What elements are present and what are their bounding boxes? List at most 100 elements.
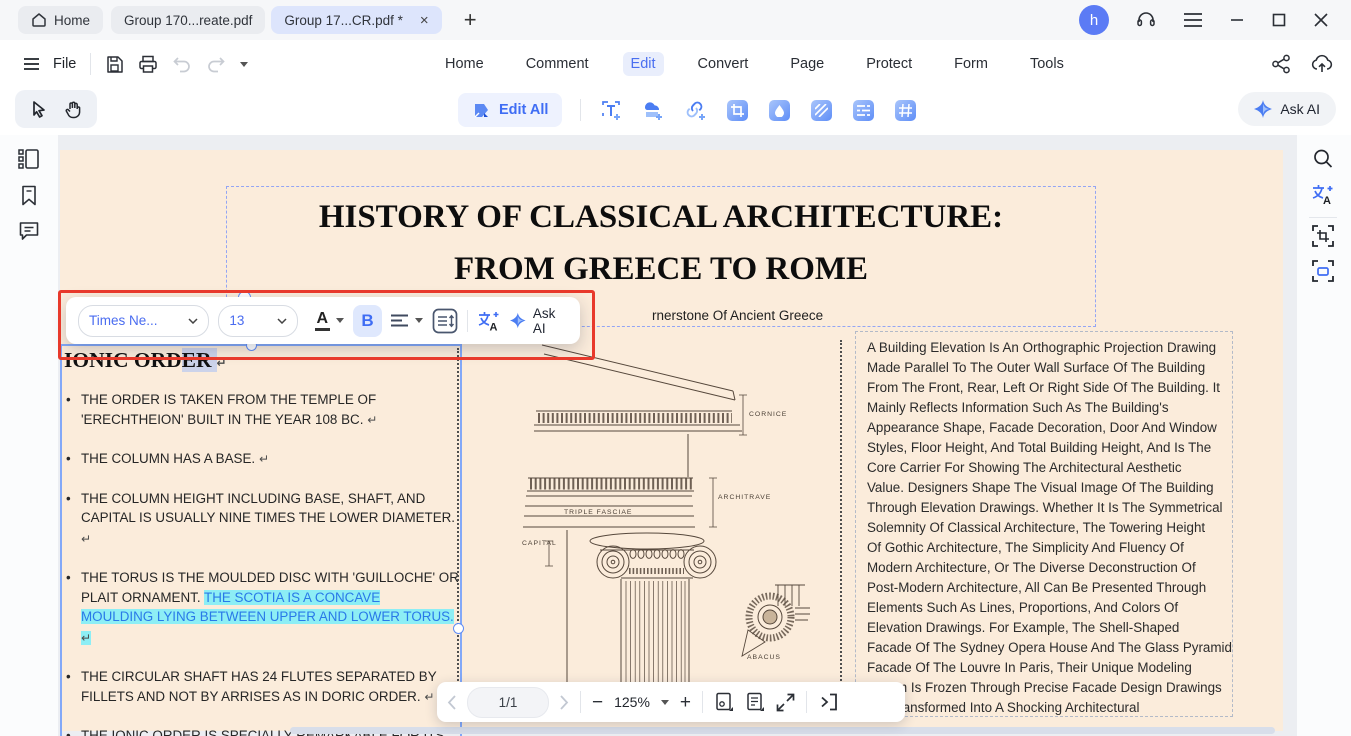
menu-convert[interactable]: Convert bbox=[690, 52, 757, 76]
format-ask-ai-button[interactable]: Ask AI bbox=[510, 306, 568, 336]
maximize-icon[interactable] bbox=[1271, 12, 1287, 28]
divider bbox=[580, 99, 581, 121]
menu-page[interactable]: Page bbox=[782, 52, 832, 76]
ask-ai-label: Ask AI bbox=[1280, 101, 1320, 117]
menu-protect[interactable]: Protect bbox=[858, 52, 920, 76]
bold-button-active[interactable]: B bbox=[353, 305, 383, 337]
user-avatar[interactable]: h bbox=[1079, 5, 1109, 35]
tab-document-1[interactable]: Group 170...reate.pdf bbox=[111, 6, 265, 34]
bates-numbering-button[interactable] bbox=[851, 98, 875, 122]
page-number-indicator[interactable]: 1/1 bbox=[467, 687, 549, 718]
cloud-upload-icon[interactable] bbox=[1311, 54, 1333, 74]
comments-panel-button[interactable] bbox=[19, 221, 40, 241]
drawing-label-fasciae: TRIPLE FASCIAE bbox=[564, 509, 632, 516]
menu-comment[interactable]: Comment bbox=[518, 52, 597, 76]
left-panel-rail bbox=[0, 135, 58, 736]
edit-all-button[interactable]: Edit All bbox=[458, 93, 562, 127]
menu-form[interactable]: Form bbox=[946, 52, 996, 76]
print-icon[interactable] bbox=[138, 55, 158, 74]
text-block-selection-border[interactable] bbox=[60, 344, 462, 736]
pdf-page[interactable]: HISTORY OF CLASSICAL ARCHITECTURE: FROM … bbox=[60, 150, 1283, 731]
share-icon[interactable] bbox=[1271, 54, 1291, 74]
history-dropdown-caret[interactable] bbox=[240, 62, 248, 67]
edit-all-label: Edit All bbox=[499, 102, 548, 118]
tab-document-2-active[interactable]: Group 17...CR.pdf * × bbox=[271, 6, 441, 34]
window-controls: h bbox=[1079, 5, 1351, 35]
screen-capture-button[interactable] bbox=[1312, 260, 1334, 282]
watermark-button[interactable] bbox=[767, 98, 791, 122]
hand-tool-icon[interactable] bbox=[64, 100, 82, 119]
chevron-down-icon bbox=[277, 318, 287, 324]
drawing-label-cornice: CORNICE bbox=[749, 411, 787, 418]
selection-handle-right[interactable] bbox=[453, 623, 464, 634]
new-tab-button[interactable]: + bbox=[464, 9, 477, 31]
support-headset-icon[interactable] bbox=[1135, 9, 1157, 31]
font-size-value: 13 bbox=[229, 313, 244, 328]
translate-button[interactable]: A bbox=[477, 310, 501, 332]
search-panel-button[interactable] bbox=[1313, 148, 1334, 169]
zoom-dropdown-caret[interactable] bbox=[661, 700, 669, 705]
previous-page-icon[interactable] bbox=[447, 695, 456, 710]
font-size-select[interactable]: 13 bbox=[218, 305, 297, 337]
menu-bar: File Home Comment Edit Convert Page Prot… bbox=[0, 40, 1351, 88]
font-color-button[interactable]: A bbox=[315, 311, 344, 331]
save-icon[interactable] bbox=[105, 55, 124, 74]
zoom-in-button[interactable]: + bbox=[680, 693, 691, 712]
menu-tools[interactable]: Tools bbox=[1022, 52, 1072, 76]
menu-home[interactable]: Home bbox=[437, 52, 492, 76]
file-menu-icon[interactable] bbox=[24, 58, 39, 70]
header-footer-button[interactable] bbox=[893, 98, 917, 122]
document-title-line2: FROM GREECE TO ROME bbox=[227, 251, 1095, 288]
divider bbox=[467, 310, 468, 332]
horizontal-scrollbar[interactable] bbox=[290, 727, 1275, 734]
alignment-button[interactable] bbox=[391, 314, 423, 328]
undo-icon[interactable] bbox=[172, 55, 192, 73]
drawing-label-capital: CAPITAL bbox=[522, 540, 557, 547]
page-view-button[interactable] bbox=[714, 692, 734, 712]
chevron-down-icon bbox=[188, 318, 198, 324]
close-window-icon[interactable] bbox=[1313, 12, 1329, 28]
ionic-order-drawing[interactable]: CORNICE ARCHITRAVE TRIPLE FASCIAE CAPITA… bbox=[460, 338, 845, 690]
tab-close-icon[interactable]: × bbox=[420, 12, 429, 29]
edit-pen-icon bbox=[472, 101, 491, 120]
add-text-button[interactable] bbox=[599, 98, 623, 122]
select-cursor-icon[interactable] bbox=[30, 100, 48, 119]
translate-panel-button[interactable]: A bbox=[1311, 183, 1335, 206]
page-layout-button[interactable] bbox=[745, 692, 765, 712]
format-ask-ai-label: Ask AI bbox=[533, 306, 568, 336]
svg-text:A: A bbox=[1323, 195, 1331, 206]
file-menu-label[interactable]: File bbox=[53, 56, 76, 72]
add-link-button[interactable] bbox=[683, 98, 707, 122]
ask-ai-button[interactable]: Ask AI bbox=[1238, 92, 1336, 126]
fullscreen-button[interactable] bbox=[776, 693, 795, 712]
elevation-paragraph[interactable]: A Building Elevation Is An Orthographic … bbox=[867, 338, 1233, 718]
dashed-lines-icon bbox=[857, 104, 870, 117]
divider bbox=[702, 691, 703, 713]
thumbnails-panel-button[interactable] bbox=[18, 149, 40, 169]
font-family-value: Times Ne... bbox=[89, 313, 158, 328]
bookmarks-panel-button[interactable] bbox=[20, 185, 39, 206]
hamburger-menu-icon[interactable] bbox=[1183, 12, 1203, 28]
zoom-out-button[interactable]: − bbox=[592, 693, 603, 712]
next-page-icon[interactable] bbox=[560, 695, 569, 710]
pointer-tools bbox=[15, 90, 97, 128]
redact-button[interactable] bbox=[809, 98, 833, 122]
minimize-icon[interactable] bbox=[1229, 12, 1245, 28]
font-family-select[interactable]: Times Ne... bbox=[78, 305, 209, 337]
add-image-button[interactable] bbox=[641, 98, 665, 122]
crop-page-button[interactable] bbox=[725, 98, 749, 122]
alignment-caret[interactable] bbox=[415, 318, 423, 323]
ai-sparkle-icon bbox=[510, 312, 526, 329]
crop-capture-button[interactable] bbox=[1312, 225, 1334, 247]
menu-edit-active[interactable]: Edit bbox=[623, 52, 664, 76]
divider bbox=[806, 691, 807, 713]
zoom-level-value[interactable]: 125% bbox=[614, 694, 650, 710]
redo-icon[interactable] bbox=[206, 55, 226, 73]
line-spacing-button[interactable] bbox=[432, 308, 458, 334]
font-color-caret[interactable] bbox=[336, 318, 344, 323]
divider bbox=[580, 691, 581, 713]
tab-home[interactable]: Home bbox=[18, 6, 103, 34]
translate-icon: A bbox=[477, 310, 501, 332]
home-icon bbox=[31, 12, 47, 28]
hide-toolbar-button[interactable] bbox=[818, 693, 838, 711]
